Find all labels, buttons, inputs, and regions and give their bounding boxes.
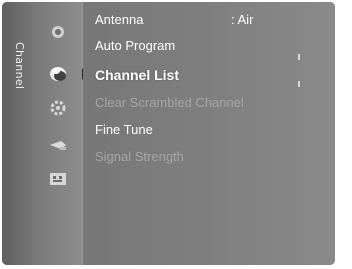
input-icon[interactable]	[47, 135, 69, 155]
picture-icon[interactable]	[47, 22, 69, 42]
menu-item-signal-strength[interactable]: Signal Strength	[95, 147, 184, 167]
application-icon[interactable]	[47, 169, 69, 189]
menu-item-label: Channel List	[95, 67, 180, 83]
sidebar-title: Channel	[13, 42, 26, 90]
menu-item-label: Clear Scrambled Channel	[95, 95, 244, 110]
channel-icon[interactable]	[47, 64, 69, 84]
menu-item-auto-program[interactable]: Auto Program	[95, 36, 175, 56]
sidebar: Channel	[2, 2, 83, 265]
menu-item-fine-tune[interactable]: Fine Tune	[95, 120, 153, 140]
osd-menu: Channel Antenna: Air Auto Program Chann…	[2, 2, 335, 265]
menu-item-clear-scrambled-channel[interactable]: Clear Scrambled Channel	[95, 93, 244, 113]
menu-item-channel-list[interactable]: Channel List	[95, 65, 179, 85]
antenna-value: : Air	[231, 12, 254, 27]
menu-item-label: Antenna	[95, 12, 144, 27]
tv-screen: Channel Antenna: Air Auto Program Chann…	[0, 0, 352, 269]
menu-item-label: Fine Tune	[95, 122, 153, 137]
menu-item-label: Signal Strength	[95, 149, 184, 164]
menu-list: Antenna : Air Auto Program Channel List …	[83, 2, 335, 265]
divider-tick	[298, 81, 300, 87]
divider-tick	[298, 54, 300, 60]
menu-item-antenna[interactable]: Antenna : Air	[95, 10, 253, 30]
menu-item-label: Auto Program	[95, 38, 176, 53]
setup-icon[interactable]	[47, 98, 69, 118]
